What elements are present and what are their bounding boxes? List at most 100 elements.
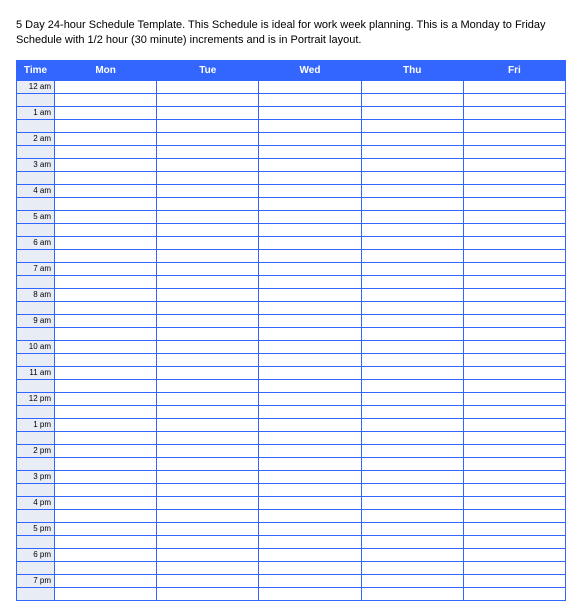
- schedule-cell[interactable]: [157, 275, 259, 288]
- schedule-cell[interactable]: [463, 496, 565, 509]
- schedule-cell[interactable]: [463, 574, 565, 587]
- schedule-cell[interactable]: [361, 80, 463, 93]
- schedule-cell[interactable]: [361, 249, 463, 262]
- schedule-cell[interactable]: [55, 210, 157, 223]
- schedule-cell[interactable]: [463, 106, 565, 119]
- schedule-cell[interactable]: [157, 158, 259, 171]
- schedule-cell[interactable]: [361, 509, 463, 522]
- schedule-cell[interactable]: [157, 431, 259, 444]
- schedule-cell[interactable]: [55, 314, 157, 327]
- schedule-cell[interactable]: [463, 327, 565, 340]
- schedule-cell[interactable]: [259, 483, 361, 496]
- schedule-cell[interactable]: [259, 509, 361, 522]
- schedule-cell[interactable]: [259, 496, 361, 509]
- schedule-cell[interactable]: [463, 145, 565, 158]
- schedule-cell[interactable]: [55, 288, 157, 301]
- schedule-cell[interactable]: [157, 587, 259, 600]
- schedule-cell[interactable]: [361, 535, 463, 548]
- schedule-cell[interactable]: [157, 418, 259, 431]
- schedule-cell[interactable]: [361, 106, 463, 119]
- schedule-cell[interactable]: [463, 275, 565, 288]
- schedule-cell[interactable]: [361, 132, 463, 145]
- schedule-cell[interactable]: [157, 132, 259, 145]
- schedule-cell[interactable]: [361, 301, 463, 314]
- schedule-cell[interactable]: [259, 249, 361, 262]
- schedule-cell[interactable]: [361, 418, 463, 431]
- schedule-cell[interactable]: [259, 158, 361, 171]
- schedule-cell[interactable]: [157, 366, 259, 379]
- schedule-cell[interactable]: [55, 366, 157, 379]
- schedule-cell[interactable]: [157, 210, 259, 223]
- schedule-cell[interactable]: [463, 366, 565, 379]
- schedule-cell[interactable]: [361, 288, 463, 301]
- schedule-cell[interactable]: [157, 249, 259, 262]
- schedule-cell[interactable]: [55, 392, 157, 405]
- schedule-cell[interactable]: [361, 93, 463, 106]
- schedule-cell[interactable]: [259, 171, 361, 184]
- schedule-cell[interactable]: [55, 509, 157, 522]
- schedule-cell[interactable]: [259, 379, 361, 392]
- schedule-cell[interactable]: [55, 236, 157, 249]
- schedule-cell[interactable]: [361, 197, 463, 210]
- schedule-cell[interactable]: [361, 483, 463, 496]
- schedule-cell[interactable]: [463, 457, 565, 470]
- schedule-cell[interactable]: [157, 340, 259, 353]
- schedule-cell[interactable]: [259, 145, 361, 158]
- schedule-cell[interactable]: [463, 184, 565, 197]
- schedule-cell[interactable]: [463, 379, 565, 392]
- schedule-cell[interactable]: [55, 275, 157, 288]
- schedule-cell[interactable]: [157, 509, 259, 522]
- schedule-cell[interactable]: [157, 288, 259, 301]
- schedule-cell[interactable]: [157, 301, 259, 314]
- schedule-cell[interactable]: [361, 379, 463, 392]
- schedule-cell[interactable]: [55, 301, 157, 314]
- schedule-cell[interactable]: [55, 535, 157, 548]
- schedule-cell[interactable]: [157, 80, 259, 93]
- schedule-cell[interactable]: [55, 496, 157, 509]
- schedule-cell[interactable]: [463, 171, 565, 184]
- schedule-cell[interactable]: [463, 483, 565, 496]
- schedule-cell[interactable]: [259, 197, 361, 210]
- schedule-cell[interactable]: [259, 132, 361, 145]
- schedule-cell[interactable]: [157, 327, 259, 340]
- schedule-cell[interactable]: [259, 366, 361, 379]
- schedule-cell[interactable]: [361, 392, 463, 405]
- schedule-cell[interactable]: [463, 444, 565, 457]
- schedule-cell[interactable]: [361, 522, 463, 535]
- schedule-cell[interactable]: [361, 340, 463, 353]
- schedule-cell[interactable]: [259, 392, 361, 405]
- schedule-cell[interactable]: [463, 93, 565, 106]
- schedule-cell[interactable]: [361, 223, 463, 236]
- schedule-cell[interactable]: [259, 587, 361, 600]
- schedule-cell[interactable]: [157, 353, 259, 366]
- schedule-cell[interactable]: [55, 249, 157, 262]
- schedule-cell[interactable]: [463, 223, 565, 236]
- schedule-cell[interactable]: [55, 418, 157, 431]
- schedule-cell[interactable]: [463, 470, 565, 483]
- schedule-cell[interactable]: [259, 353, 361, 366]
- schedule-cell[interactable]: [361, 548, 463, 561]
- schedule-cell[interactable]: [157, 392, 259, 405]
- schedule-cell[interactable]: [463, 431, 565, 444]
- schedule-cell[interactable]: [55, 262, 157, 275]
- schedule-cell[interactable]: [259, 106, 361, 119]
- schedule-cell[interactable]: [157, 262, 259, 275]
- schedule-cell[interactable]: [361, 145, 463, 158]
- schedule-cell[interactable]: [157, 470, 259, 483]
- schedule-cell[interactable]: [259, 184, 361, 197]
- schedule-cell[interactable]: [55, 184, 157, 197]
- schedule-cell[interactable]: [463, 418, 565, 431]
- schedule-cell[interactable]: [55, 327, 157, 340]
- schedule-cell[interactable]: [361, 457, 463, 470]
- schedule-cell[interactable]: [55, 197, 157, 210]
- schedule-cell[interactable]: [361, 314, 463, 327]
- schedule-cell[interactable]: [157, 574, 259, 587]
- schedule-cell[interactable]: [259, 236, 361, 249]
- schedule-cell[interactable]: [157, 496, 259, 509]
- schedule-cell[interactable]: [463, 262, 565, 275]
- schedule-cell[interactable]: [55, 106, 157, 119]
- schedule-cell[interactable]: [157, 184, 259, 197]
- schedule-cell[interactable]: [361, 236, 463, 249]
- schedule-cell[interactable]: [361, 327, 463, 340]
- schedule-cell[interactable]: [463, 132, 565, 145]
